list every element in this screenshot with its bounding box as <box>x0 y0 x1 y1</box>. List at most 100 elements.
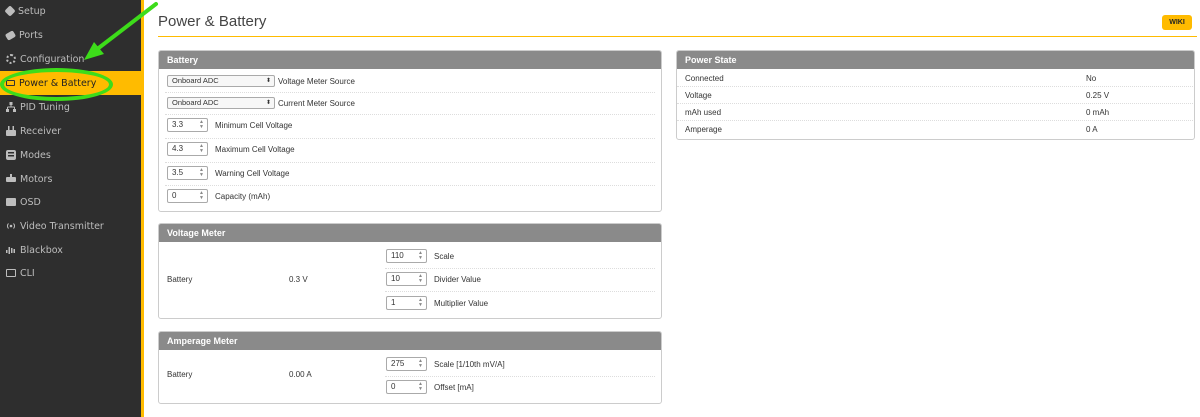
field-label: Current Meter Source <box>278 98 355 108</box>
modes-icon <box>6 150 16 160</box>
motors-icon <box>6 174 16 184</box>
wiki-button[interactable]: WIKI <box>1162 15 1192 30</box>
current-source-row: Onboard ADC ⬍ Current Meter Source <box>167 97 355 109</box>
sidebar-item-receiver[interactable]: Receiver <box>0 119 141 143</box>
battery-panel: Battery Onboard ADC ⬍ Voltage Meter Sourc… <box>158 50 662 212</box>
meter-reading: 0.00 A <box>289 370 312 379</box>
spinner-icon[interactable]: ▲ ▼ <box>418 251 423 261</box>
field-label: Scale <box>434 251 455 261</box>
sidebar-item-osd[interactable]: OSD <box>0 190 141 214</box>
state-label: mAh used <box>685 108 722 117</box>
field-label: Offset [mA] <box>434 382 474 392</box>
sidebar-item-motors[interactable]: Motors <box>0 167 141 191</box>
vm-scale-row: 110 ▲ ▼ Scale <box>386 249 454 263</box>
input-value: 3.3 <box>172 120 184 129</box>
sidebar-item-label: Modes <box>20 149 51 161</box>
state-value: 0 A <box>1086 125 1098 134</box>
sidebar-item-cli[interactable]: CLI <box>0 261 141 285</box>
row-divider <box>385 376 655 377</box>
field-label: Divider Value <box>434 274 481 284</box>
capacity-row: 0 ▲ ▼ Capacity (mAh) <box>167 189 270 203</box>
sidebar-item-label: PID Tuning <box>20 101 70 113</box>
input-value: 1 <box>391 298 396 307</box>
state-label: Connected <box>685 74 724 83</box>
sidebar-item-label: Motors <box>20 173 53 185</box>
spinner-icon[interactable]: ▲ ▼ <box>199 120 204 130</box>
input-value: 0 <box>172 191 177 200</box>
warning-cell-input[interactable]: 3.5 ▲ ▼ <box>167 166 208 180</box>
updown-arrow-icon: ⬍ <box>265 100 271 106</box>
input-value: 0 <box>391 382 396 391</box>
vm-multiplier-row: 1 ▲ ▼ Multiplier Value <box>386 296 488 310</box>
blackbox-icon <box>6 245 16 255</box>
receiver-icon <box>6 126 16 136</box>
panel-title: Voltage Meter <box>159 224 661 242</box>
meter-name: Battery <box>167 275 193 284</box>
power-state-row: mAh used 0 mAh <box>677 104 1194 121</box>
sidebar-item-blackbox[interactable]: Blackbox <box>0 238 141 262</box>
power-state-row: Amperage 0 A <box>677 121 1194 138</box>
field-label: Warning Cell Voltage <box>215 168 290 178</box>
field-label: Capacity (mAh) <box>215 191 271 201</box>
field-label: Minimum Cell Voltage <box>215 120 293 130</box>
panel-title: Amperage Meter <box>159 332 661 350</box>
field-label: Scale [1/10th mV/A] <box>434 359 505 369</box>
voltage-source-row: Onboard ADC ⬍ Voltage Meter Source <box>167 75 355 87</box>
capacity-input[interactable]: 0 ▲ ▼ <box>167 189 208 203</box>
title-divider <box>158 36 1197 37</box>
row-divider <box>165 162 655 163</box>
am-scale-row: 275 ▲ ▼ Scale [1/10th mV/A] <box>386 357 505 371</box>
spinner-icon[interactable]: ▲ ▼ <box>199 144 204 154</box>
current-source-select[interactable]: Onboard ADC ⬍ <box>167 97 275 109</box>
row-divider <box>385 268 655 269</box>
amperage-meter-panel: Amperage Meter Battery 0.00 A 275 ▲ ▼ Scal… <box>158 331 662 404</box>
spinner-icon[interactable]: ▲ ▼ <box>418 382 423 392</box>
am-offset-row: 0 ▲ ▼ Offset [mA] <box>386 380 474 394</box>
input-value: 3.5 <box>172 168 184 177</box>
vm-divider-row: 10 ▲ ▼ Divider Value <box>386 272 481 286</box>
row-divider <box>165 92 655 93</box>
input-value: 275 <box>391 359 405 368</box>
min-cell-input[interactable]: 3.3 ▲ ▼ <box>167 118 208 132</box>
sidebar-item-modes[interactable]: Modes <box>0 143 141 167</box>
annotation-arrow-icon <box>84 2 158 60</box>
spinner-icon[interactable]: ▲ ▼ <box>418 298 423 308</box>
antenna-icon <box>6 221 16 231</box>
sidebar-item-label: Receiver <box>20 125 62 137</box>
am-offset-input[interactable]: 0 ▲ ▼ <box>386 380 427 394</box>
input-value: 4.3 <box>172 144 184 153</box>
spinner-icon[interactable]: ▲ ▼ <box>199 168 204 178</box>
select-value: Onboard ADC <box>172 76 219 85</box>
sidebar-item-label: Blackbox <box>20 244 63 256</box>
field-label: Multiplier Value <box>434 298 489 308</box>
max-cell-input[interactable]: 4.3 ▲ ▼ <box>167 142 208 156</box>
row-divider <box>165 114 655 115</box>
row-divider <box>165 185 655 186</box>
sidebar-item-video-transmitter[interactable]: Video Transmitter <box>0 214 141 238</box>
voltage-source-select[interactable]: Onboard ADC ⬍ <box>167 75 275 87</box>
updown-arrow-icon: ⬍ <box>265 78 271 84</box>
row-divider <box>165 138 655 139</box>
spinner-icon[interactable]: ▲ ▼ <box>418 274 423 284</box>
input-value: 110 <box>391 251 404 260</box>
vm-divider-input[interactable]: 10 ▲ ▼ <box>386 272 427 286</box>
sidebar-item-label: CLI <box>20 267 35 279</box>
am-scale-input[interactable]: 275 ▲ ▼ <box>386 357 427 371</box>
state-value: No <box>1086 74 1097 83</box>
input-value: 10 <box>391 274 400 283</box>
vm-multiplier-input[interactable]: 1 ▲ ▼ <box>386 296 427 310</box>
panel-title: Battery <box>159 51 661 69</box>
spinner-icon[interactable]: ▲ ▼ <box>199 191 204 201</box>
power-state-panel: Power State Connected No Voltage 0.25 V … <box>676 50 1195 140</box>
select-value: Onboard ADC <box>172 98 219 107</box>
power-state-row: Connected No <box>677 70 1194 87</box>
page-title: Power & Battery <box>158 13 267 30</box>
state-label: Amperage <box>685 125 722 134</box>
vm-scale-input[interactable]: 110 ▲ ▼ <box>386 249 427 263</box>
spinner-icon[interactable]: ▲ ▼ <box>418 359 423 369</box>
state-label: Voltage <box>685 91 712 100</box>
state-value: 0.25 V <box>1086 91 1110 100</box>
warn-cell-row: 3.5 ▲ ▼ Warning Cell Voltage <box>167 166 289 180</box>
min-cell-row: 3.3 ▲ ▼ Minimum Cell Voltage <box>167 118 292 132</box>
terminal-icon <box>6 269 16 277</box>
